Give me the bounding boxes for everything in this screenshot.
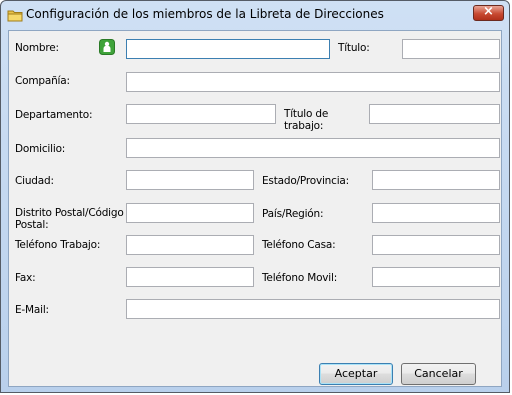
cancel-button[interactable]: Cancelar [401, 363, 476, 385]
domicilio-label: Domicilio: [15, 143, 66, 155]
ciudad-input[interactable] [126, 170, 254, 190]
postal-input[interactable] [126, 203, 254, 223]
titulo-input[interactable] [402, 39, 500, 59]
window-title: Configuración de los miembros de la Libr… [26, 7, 384, 21]
tel-movil-label: Teléfono Movil: [262, 272, 338, 284]
pais-label: País/Región: [262, 208, 324, 220]
person-icon[interactable] [99, 39, 115, 55]
titulo-trabajo-label: Título de trabajo: [284, 108, 329, 132]
title-bar: Configuración de los miembros de la Libr… [1, 1, 509, 29]
email-input[interactable] [126, 299, 500, 319]
dialog-window: Configuración de los miembros de la Libr… [0, 0, 510, 393]
tel-trabajo-label: Teléfono Trabajo: [15, 239, 101, 251]
ciudad-label: Ciudad: [15, 175, 54, 187]
compania-input[interactable] [126, 72, 500, 92]
tel-trabajo-input[interactable] [126, 235, 254, 255]
estado-label: Estado/Provincia: [262, 175, 349, 187]
titulo-trabajo-input[interactable] [369, 104, 500, 124]
nombre-input[interactable] [126, 39, 330, 59]
pais-input[interactable] [372, 203, 500, 223]
nombre-label: Nombre: [15, 42, 59, 54]
compania-label: Compañía: [15, 75, 70, 87]
close-icon: × [483, 4, 494, 19]
email-label: E-Mail: [15, 304, 49, 316]
accept-button[interactable]: Aceptar [319, 363, 393, 385]
departamento-input[interactable] [126, 104, 276, 124]
estado-input[interactable] [372, 170, 500, 190]
dialog-body: Nombre: Título: Compañía: Departamento: … [8, 30, 502, 387]
domicilio-input[interactable] [126, 138, 500, 158]
close-button[interactable]: × [473, 4, 504, 21]
postal-label: Distrito Postal/Código Postal: [15, 207, 124, 231]
titulo-label: Título: [338, 42, 370, 54]
fax-label: Fax: [15, 272, 36, 284]
fax-input[interactable] [126, 267, 254, 287]
tel-casa-input[interactable] [372, 235, 500, 255]
tel-movil-input[interactable] [372, 267, 500, 287]
departamento-label: Departamento: [15, 109, 93, 121]
folder-icon [7, 10, 23, 22]
tel-casa-label: Teléfono Casa: [262, 239, 336, 251]
